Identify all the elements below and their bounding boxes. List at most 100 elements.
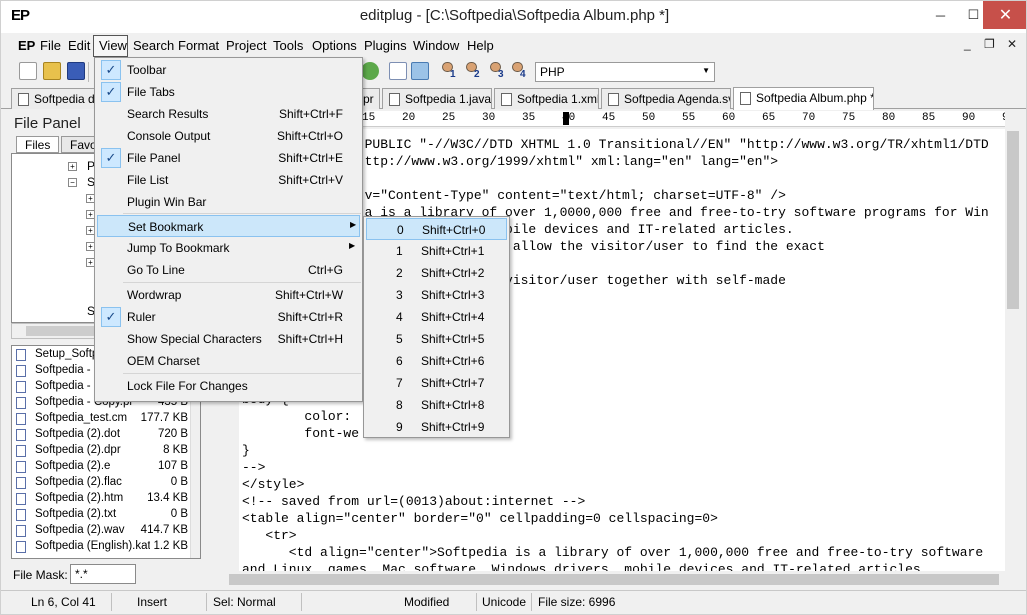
file-icon [16,413,26,425]
bookmark-shortcut: Shift+Ctrl+4 [421,310,485,324]
editor-vertical-scrollbar[interactable] [1005,111,1022,571]
ruler-tick-label: 90 [962,112,976,124]
menu-item-file-list[interactable]: File List Shift+Ctrl+V [97,169,360,191]
file-name: Softpedia (2).dot [35,428,121,440]
menu-separator [123,282,361,283]
menu-search[interactable]: Search [133,38,174,53]
file-mask-label: File Mask: [13,568,68,582]
menu-item-go-to-line[interactable]: Go To Line Ctrl+G [97,259,360,281]
toolbar-separator [88,62,89,82]
menu-edit[interactable]: Edit [68,38,90,53]
file-list-item[interactable]: Softpedia (2).flac 0 B [12,475,190,491]
menu-item-file-panel[interactable]: ✓ File Panel Shift+Ctrl+E [97,147,360,169]
save-icon[interactable] [67,62,85,80]
ruler-tick-label: 70 [802,112,816,124]
tab-softpedia-1-java[interactable]: Softpedia 1.java [382,88,492,109]
editor-horizontal-scrollbar[interactable] [209,571,1005,588]
bookmark-item-8[interactable]: 8 Shift+Ctrl+8 [366,394,507,416]
bookmark-item-7[interactable]: 7 Shift+Ctrl+7 [366,372,507,394]
ruler-tick-label: 55 [682,112,696,124]
menu-bar: EP File Edit View Search Format Project … [1,35,1026,57]
code-line: } [242,443,250,458]
user-tool-4-icon[interactable]: 4 [509,62,529,81]
document-icon[interactable]: EP [18,38,35,53]
bookmark-item-1[interactable]: 1 Shift+Ctrl+1 [366,240,507,262]
file-size: 8 KB [163,444,188,456]
menu-item-toolbar[interactable]: ✓ Toolbar [97,59,360,81]
bookmark-item-5[interactable]: 5 Shift+Ctrl+5 [366,328,507,350]
refresh-icon[interactable] [361,62,379,80]
menu-view[interactable]: View [99,38,127,53]
menu-tools[interactable]: Tools [273,38,303,53]
document-list-icon[interactable] [389,62,407,80]
file-size: 0 B [170,508,188,520]
menu-options[interactable]: Options [312,38,357,53]
menu-plugins[interactable]: Plugins [364,38,407,53]
scrollbar-thumb[interactable] [229,574,999,585]
mdi-close-button[interactable]: ✕ [1007,37,1017,51]
file-icon [16,525,26,537]
menu-item-label: Jump To Bookmark [127,241,230,255]
new-file-icon[interactable] [19,62,37,80]
user-tool-1-icon[interactable]: 1 [439,62,459,81]
menu-help[interactable]: Help [467,38,494,53]
collapse-icon[interactable]: − [68,178,77,187]
bookmark-shortcut: Shift+Ctrl+0 [422,223,486,237]
menu-item-set-bookmark[interactable]: Set Bookmark ▶ [97,215,360,237]
menu-project[interactable]: Project [226,38,266,53]
tab-files[interactable]: Files [16,136,60,153]
expand-icon[interactable]: + [68,162,77,171]
menu-item-oem-charset[interactable]: OEM Charset [97,350,360,372]
file-list-item[interactable]: Softpedia_test.cm 177.7 KB [12,411,190,427]
bookmark-item-6[interactable]: 6 Shift+Ctrl+6 [366,350,507,372]
menu-item-search-results[interactable]: Search Results Shift+Ctrl+F [97,103,360,125]
file-list-item[interactable]: Softpedia (2).wav 414.7 KB [12,523,190,539]
code-line: v="Content-Type" content="text/html; cha… [349,188,786,203]
tab-softpedia-1-xml[interactable]: Softpedia 1.xml [494,88,599,109]
file-list-item[interactable]: Softpedia (2).txt 0 B [12,507,190,523]
bookmark-number: 4 [396,310,403,324]
menu-format[interactable]: Format [178,38,219,53]
close-button[interactable]: ✕ [983,1,1026,29]
bookmark-item-3[interactable]: 3 Shift+Ctrl+3 [366,284,507,306]
bookmark-shortcut: Shift+Ctrl+3 [421,288,485,302]
user-tool-3-icon[interactable]: 3 [487,62,507,81]
menu-item-show-special-characters[interactable]: Show Special Characters Shift+Ctrl+H [97,328,360,350]
menu-file[interactable]: File [40,38,61,53]
menu-item-jump-to-bookmark[interactable]: Jump To Bookmark ▶ [97,237,360,259]
bookmark-item-2[interactable]: 2 Shift+Ctrl+2 [366,262,507,284]
file-list-item[interactable]: Softpedia (2).htm 13.4 KB [12,491,190,507]
bookmark-item-0[interactable]: 0 Shift+Ctrl+0 [366,218,507,240]
bookmark-number: 7 [396,376,403,390]
open-folder-icon[interactable] [43,62,61,80]
file-list-item[interactable]: Softpedia (2).dot 720 B [12,427,190,443]
menu-item-lock-file-for-changes[interactable]: Lock File For Changes [97,375,360,397]
tab-softpedia-agenda-svt[interactable]: Softpedia Agenda.svt [601,88,731,109]
file-list-item[interactable]: Softpedia (2).dpr 8 KB [12,443,190,459]
file-mask-input[interactable]: *.* [70,564,136,584]
menu-item-console-output[interactable]: Console Output Shift+Ctrl+O [97,125,360,147]
file-name: Softpedia_test.cm [35,412,128,424]
syntax-language-select[interactable]: PHP ▼ [535,62,715,82]
tab-softpedia-d[interactable]: Softpedia d [11,88,96,109]
menu-item-shortcut: Shift+Ctrl+O [276,129,343,143]
menu-window[interactable]: Window [413,38,459,53]
menu-item-wordwrap[interactable]: Wordwrap Shift+Ctrl+W [97,284,360,306]
chevron-down-icon: ▼ [702,66,710,75]
menu-item-ruler[interactable]: ✓ Ruler Shift+Ctrl+R [97,306,360,328]
file-icon [501,93,512,106]
code-line: </style> [242,477,305,492]
bookmark-item-9[interactable]: 9 Shift+Ctrl+9 [366,416,507,438]
mdi-restore-button[interactable]: ❐ [984,37,995,51]
mdi-minimize-button[interactable]: _ [964,37,971,51]
file-list-item[interactable]: Softpedia (English).kat 1.2 KB [12,539,190,555]
menu-item-plugin-win-bar[interactable]: Plugin Win Bar [97,191,360,213]
file-list-item[interactable]: Softpedia (2).e 107 B [12,459,190,475]
bookmark-item-4[interactable]: 4 Shift+Ctrl+4 [366,306,507,328]
find-icon[interactable] [411,62,429,80]
menu-item-file-tabs[interactable]: ✓ File Tabs [97,81,360,103]
scrollbar-thumb[interactable] [1007,131,1019,309]
tab-softpedia-album-php[interactable]: Softpedia Album.php * [733,87,874,110]
user-tool-2-icon[interactable]: 2 [463,62,483,81]
file-icon [16,429,26,441]
